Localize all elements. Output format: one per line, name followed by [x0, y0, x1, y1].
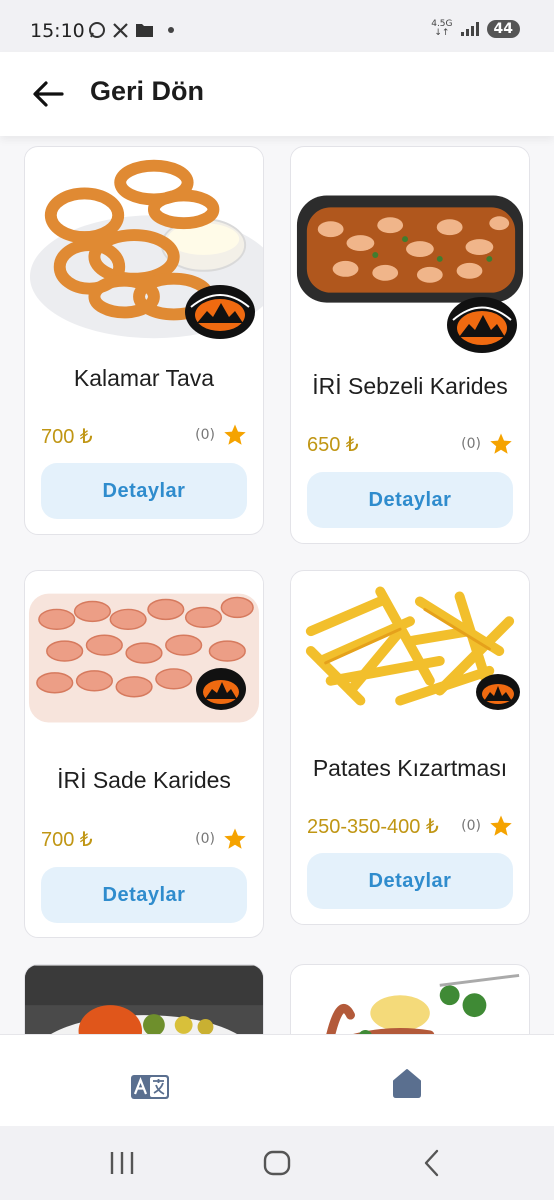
recent-apps-icon[interactable]: [108, 1148, 136, 1178]
status-time: 15:10: [30, 20, 85, 42]
product-card[interactable]: Kalamar Tava 700 ₺ (0) Detaylar: [24, 146, 264, 535]
restaurant-logo-badge: [476, 674, 520, 710]
product-card[interactable]: İRİ Sebzeli Karides 650 ₺ (0) Detaylar: [290, 146, 530, 544]
folder-icon: [136, 24, 153, 37]
restaurant-logo-badge: [447, 297, 517, 353]
status-bar: 15:10 4.5G ↓↑ 44: [0, 0, 554, 60]
product-rating: (0): [195, 827, 247, 851]
product-rating: (0): [461, 432, 513, 456]
star-icon: [490, 433, 512, 454]
system-navigation-bar: [0, 1126, 554, 1200]
whatsapp-icon: [89, 22, 105, 38]
notification-icons: [88, 21, 174, 39]
app-header: Geri Dön: [0, 52, 554, 136]
product-grid[interactable]: Kalamar Tava 700 ₺ (0) Detaylar İRİ Sebz…: [0, 136, 554, 1034]
page-title[interactable]: Geri Dön: [90, 76, 204, 107]
home-button-icon[interactable]: [263, 1148, 291, 1178]
product-name: Patates Kızartması: [312, 755, 508, 781]
product-price: 650 ₺: [307, 434, 359, 456]
product-name: Kalamar Tava: [73, 365, 215, 391]
back-nav-icon[interactable]: [420, 1148, 444, 1178]
product-name: İRİ Sebzeli Karides: [312, 373, 508, 399]
bottom-navigation: [0, 1034, 554, 1126]
product-image-grilled-dish[interactable]: [25, 965, 263, 1034]
battery-icon: 44: [486, 20, 520, 38]
restaurant-logo-badge: [185, 285, 255, 339]
details-button[interactable]: Detaylar: [307, 472, 513, 528]
home-icon[interactable]: [388, 1067, 426, 1099]
product-card[interactable]: [24, 964, 264, 1034]
star-icon: [224, 828, 246, 849]
details-button[interactable]: Detaylar: [307, 853, 513, 909]
translate-icon[interactable]: [131, 1071, 169, 1103]
star-icon: [224, 424, 246, 445]
product-card[interactable]: Patates Kızartması 250-350-400 ₺ (0) Det…: [290, 570, 530, 925]
network-type: 4.5G ↓↑: [431, 19, 453, 38]
details-button[interactable]: Detaylar: [41, 867, 247, 923]
x-icon: [113, 22, 128, 38]
product-price: 250-350-400 ₺: [307, 816, 439, 838]
product-name: İRİ Sade Karides: [57, 767, 231, 793]
back-arrow-icon[interactable]: [30, 76, 66, 112]
product-rating: (0): [195, 423, 247, 447]
product-price: 700 ₺: [41, 426, 93, 448]
restaurant-logo-badge: [196, 668, 246, 710]
product-rating: (0): [461, 814, 513, 838]
product-card[interactable]: [290, 964, 530, 1034]
more-notifications-dot: [168, 27, 174, 33]
signal-icon: [460, 22, 479, 36]
product-image-octopus[interactable]: [291, 965, 529, 1034]
star-icon: [490, 815, 512, 836]
rating-count: (0): [461, 818, 481, 834]
rating-count: (0): [461, 436, 481, 452]
product-image-plain-shrimp[interactable]: [25, 571, 263, 751]
product-price: 700 ₺: [41, 829, 93, 851]
details-button[interactable]: Detaylar: [41, 463, 247, 519]
product-card[interactable]: İRİ Sade Karides 700 ₺ (0) Detaylar: [24, 570, 264, 938]
rating-count: (0): [195, 427, 215, 443]
rating-count: (0): [195, 831, 215, 847]
